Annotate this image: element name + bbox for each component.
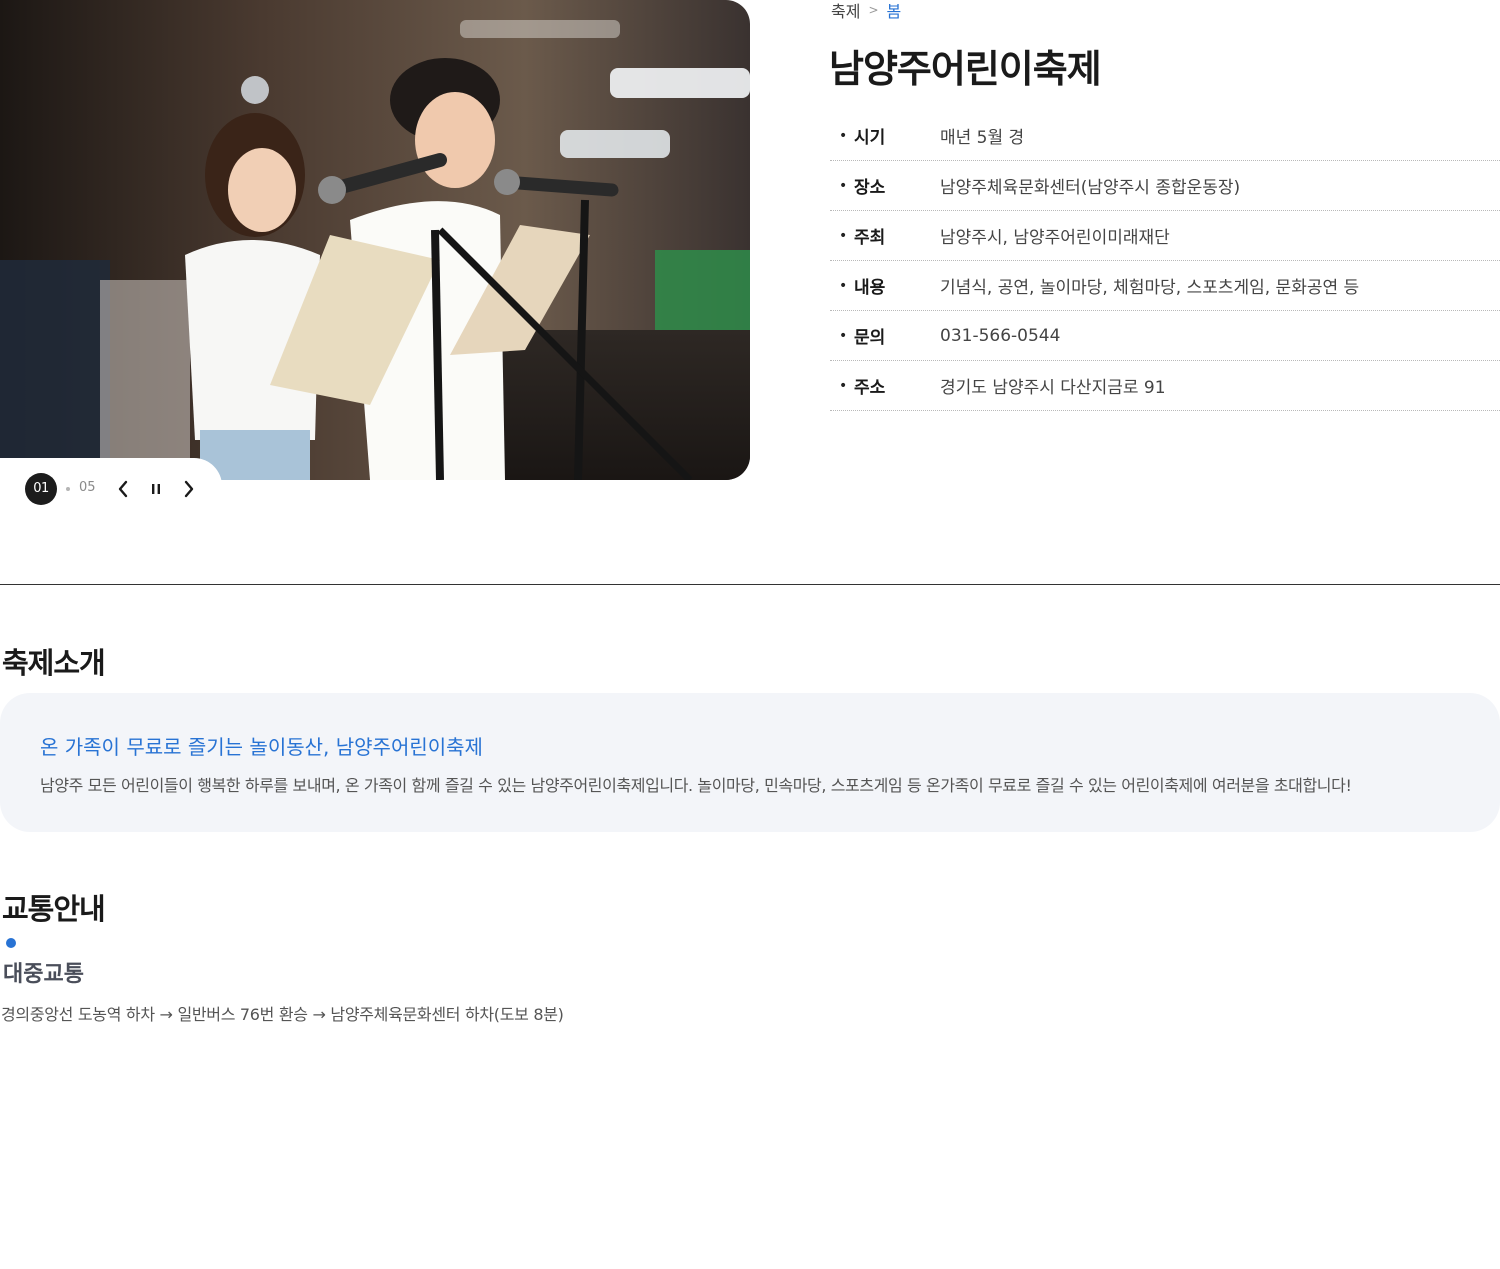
info-row-host: • 주최 남양주시, 남양주어린이미래재단 xyxy=(830,211,1500,261)
info-value: 031-566-0544 xyxy=(940,325,1061,346)
info-row-period: • 시기 매년 5월 경 xyxy=(830,111,1500,161)
slide-current-number: 01 xyxy=(25,473,57,505)
chevron-right-icon: > xyxy=(868,3,879,17)
info-row-contact: • 문의 031-566-0544 xyxy=(830,311,1500,361)
info-label: 문의 xyxy=(854,328,886,348)
slide-separator-dot xyxy=(66,487,70,491)
photo-slider[interactable] xyxy=(0,0,750,480)
info-label: 장소 xyxy=(854,178,886,198)
chevron-left-icon xyxy=(118,480,128,498)
breadcrumb-item-festival[interactable]: 축제 xyxy=(831,0,860,22)
intro-box: 온 가족이 무료로 즐기는 놀이동산, 남양주어린이축제 남양주 모든 어린이들… xyxy=(0,693,1500,832)
transport-subheading: 대중교통 xyxy=(3,962,84,987)
info-value: 기념식, 공연, 놀이마당, 체험마당, 스포츠게임, 문화공연 등 xyxy=(940,278,1360,298)
festival-photo xyxy=(0,0,750,480)
bullet-dot-icon xyxy=(6,938,16,948)
festival-info-list: • 시기 매년 5월 경 • 장소 남양주체육문화센터(남양주시 종합운동장) … xyxy=(830,111,1500,411)
transport-section-title: 교통안내 xyxy=(2,892,106,926)
bullet-icon: • xyxy=(839,127,848,144)
pause-icon xyxy=(152,484,160,494)
info-value: 경기도 남양주시 다산지금로 91 xyxy=(940,378,1166,398)
bullet-icon: • xyxy=(839,177,848,194)
info-label: 내용 xyxy=(854,278,886,298)
transport-description: 경의중앙선 도농역 하차 → 일반버스 76번 환승 → 남양주체육문화센터 하… xyxy=(1,1005,564,1024)
info-row-content: • 내용 기념식, 공연, 놀이마당, 체험마당, 스포츠게임, 문화공연 등 xyxy=(830,261,1500,311)
intro-headline: 온 가족이 무료로 즐기는 놀이동산, 남양주어린이축제 xyxy=(40,735,483,759)
info-label: 시기 xyxy=(854,128,886,148)
breadcrumb: 축제 > 봄 xyxy=(831,0,902,22)
bullet-icon: • xyxy=(839,327,848,344)
slider-controls: 01 05 xyxy=(0,458,222,516)
info-row-address: • 주소 경기도 남양주시 다산지금로 91 xyxy=(830,361,1500,411)
info-label: 주최 xyxy=(854,228,886,248)
prev-slide-button[interactable] xyxy=(112,476,134,502)
next-slide-button[interactable] xyxy=(178,476,200,502)
info-value: 남양주시, 남양주어린이미래재단 xyxy=(940,228,1170,248)
page-title: 남양주어린이축제 xyxy=(829,47,1102,91)
bullet-icon: • xyxy=(839,377,848,394)
slide-total-number: 05 xyxy=(79,480,96,495)
info-value: 남양주체육문화센터(남양주시 종합운동장) xyxy=(940,178,1241,198)
intro-body: 남양주 모든 어린이들이 행복한 하루를 보내며, 온 가족이 함께 즐길 수 … xyxy=(40,776,1352,795)
breadcrumb-item-spring[interactable]: 봄 xyxy=(887,0,902,22)
info-label: 주소 xyxy=(854,378,886,398)
section-divider xyxy=(0,584,1500,585)
info-row-venue: • 장소 남양주체육문화센터(남양주시 종합운동장) xyxy=(830,161,1500,211)
bullet-icon: • xyxy=(839,227,848,244)
pause-slide-button[interactable] xyxy=(145,476,167,502)
chevron-right-icon xyxy=(184,480,194,498)
bullet-icon: • xyxy=(839,277,848,294)
intro-section-title: 축제소개 xyxy=(2,646,106,680)
info-value: 매년 5월 경 xyxy=(940,128,1025,148)
